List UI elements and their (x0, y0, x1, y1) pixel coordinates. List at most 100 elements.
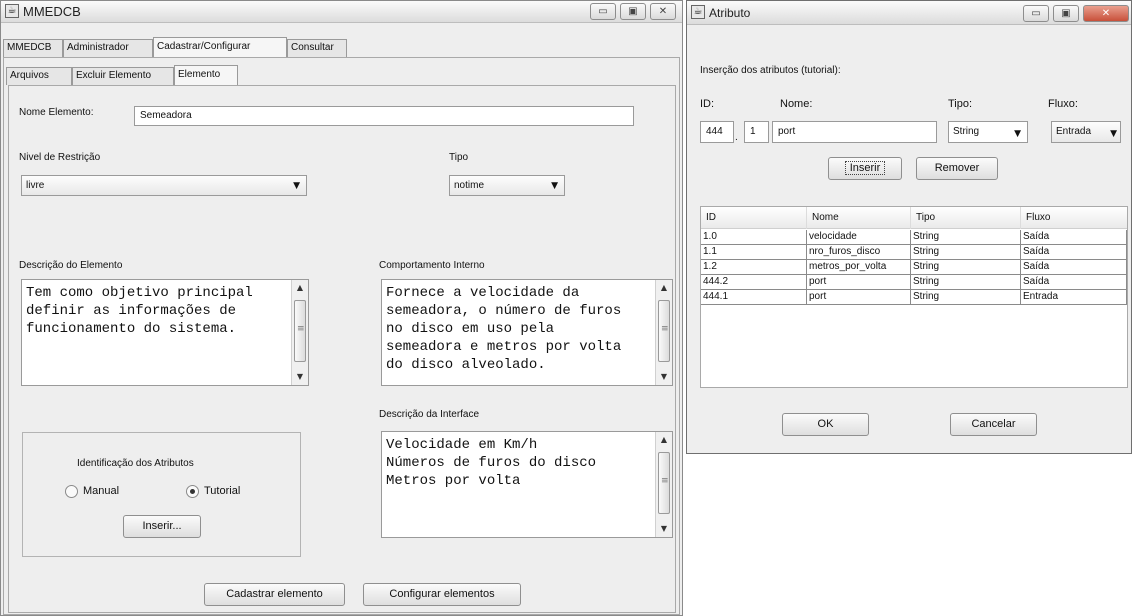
vertical-scrollbar[interactable]: ▲ ▼ (291, 280, 308, 385)
tipo-select[interactable]: String ▼ (948, 121, 1028, 143)
column-header-id[interactable]: ID (701, 207, 807, 229)
tipo-label: Tipo (449, 152, 469, 163)
column-header-nome[interactable]: Nome (807, 207, 911, 229)
tab-elemento[interactable]: Elemento (174, 65, 238, 85)
id-input[interactable]: 444 (700, 121, 734, 143)
table-row[interactable]: 1.1 nro_furos_disco String Saída (701, 245, 1127, 260)
nome-input[interactable]: port (772, 121, 937, 143)
close-icon[interactable]: ✕ (1083, 5, 1129, 22)
chevron-down-icon[interactable]: ▼ (292, 369, 308, 385)
cancelar-button[interactable]: Cancelar (950, 413, 1037, 436)
maximize-icon[interactable]: ▣ (1053, 5, 1079, 22)
table-cell: Entrada (1021, 290, 1127, 305)
tab-administrador[interactable]: Administrador (63, 39, 153, 57)
nivel-restricao-value: livre (26, 180, 45, 191)
fluxo-value: Entrada (1056, 126, 1092, 137)
close-icon[interactable]: ✕ (650, 3, 676, 20)
nome-elemento-input[interactable]: Semeadora (134, 106, 634, 126)
table-cell: port (807, 275, 911, 290)
table-header: ID Nome Tipo Fluxo (701, 207, 1127, 229)
chevron-down-icon: ▼ (1014, 129, 1021, 139)
table-cell: port (807, 290, 911, 305)
table-cell: String (911, 290, 1021, 305)
radio-tutorial[interactable] (186, 485, 199, 498)
chevron-up-icon[interactable]: ▲ (292, 280, 308, 296)
descricao-interface-textarea[interactable]: Velocidade em Km/h Números de furos do d… (381, 431, 673, 538)
cadastrar-elemento-button[interactable]: Cadastrar elemento (204, 583, 345, 606)
fluxo-label: Fluxo: (1048, 98, 1078, 110)
atributo-window-title: Atributo (709, 6, 751, 20)
chevron-down-icon[interactable]: ▼ (656, 521, 672, 537)
ok-button[interactable]: OK (782, 413, 869, 436)
table-row[interactable]: 444.1 port String Entrada (701, 290, 1127, 305)
tab-mmedcb[interactable]: MMEDCB (3, 39, 63, 57)
scroll-thumb[interactable] (294, 300, 306, 362)
main-titlebar[interactable]: ☕ MMEDCB ▭ ▣ ✕ (1, 1, 682, 23)
remover-button[interactable]: Remover (916, 157, 998, 180)
descricao-elemento-textarea[interactable]: Tem como objetivo principal definir as i… (21, 279, 309, 386)
tab-arquivos[interactable]: Arquivos (6, 67, 72, 85)
scroll-thumb[interactable] (658, 300, 670, 362)
table-cell: 444.2 (701, 275, 807, 290)
table-row[interactable]: 1.2 metros_por_volta String Saída (701, 260, 1127, 275)
tipo-value: notime (454, 180, 485, 191)
chevron-up-icon[interactable]: ▲ (656, 280, 672, 296)
id-separator: . (735, 132, 738, 143)
scroll-thumb[interactable] (658, 452, 670, 514)
cadastrar-panel: Arquivos Excluir Elemento Elemento Nome … (3, 57, 680, 615)
fluxo-select[interactable]: Entrada ▼ (1051, 121, 1121, 143)
table-cell: Saída (1021, 230, 1127, 245)
atributo-titlebar[interactable]: ☕ Atributo ▭ ▣ ✕ (687, 1, 1131, 25)
table-row[interactable]: 444.2 port String Saída (701, 275, 1127, 290)
table-cell: String (911, 230, 1021, 245)
chevron-down-icon: ▼ (293, 181, 300, 191)
inserir-button[interactable]: Inserir (828, 157, 902, 180)
menu-tabs: MMEDCB Administrador Cadastrar/Configura… (3, 37, 663, 57)
tipo-value: String (953, 126, 980, 137)
atributo-window: ☕ Atributo ▭ ▣ ✕ Inserção dos atributos … (686, 0, 1132, 454)
identificacao-atributos-label: Identificação dos Atributos (77, 458, 194, 469)
sub-tabs: Arquivos Excluir Elemento Elemento (4, 65, 404, 85)
table-row[interactable]: 1.0 velocidade String Saída (701, 230, 1127, 245)
nome-elemento-label: Nome Elemento: (19, 107, 94, 118)
main-window: ☕ MMEDCB ▭ ▣ ✕ MMEDCB Administrador Cada… (0, 0, 683, 616)
tipo-label: Tipo: (948, 98, 973, 110)
table-cell: 1.0 (701, 230, 807, 245)
minimize-icon[interactable]: ▭ (1023, 5, 1049, 22)
radio-manual-label: Manual (83, 485, 120, 497)
configurar-elementos-button[interactable]: Configurar elementos (363, 583, 521, 606)
inserir-atributos-button[interactable]: Inserir... (123, 515, 201, 538)
column-header-fluxo[interactable]: Fluxo (1021, 207, 1127, 229)
minimize-icon[interactable]: ▭ (590, 3, 616, 20)
descricao-elemento-text: Tem como objetivo principal definir as i… (26, 285, 253, 337)
atributos-groupbox: Identificação dos Atributos Manual Tutor… (22, 432, 301, 557)
comportamento-interno-textarea[interactable]: Fornece a velocidade da semeadora, o núm… (381, 279, 673, 386)
java-cup-icon: ☕ (5, 4, 19, 18)
main-window-title: MMEDCB (23, 4, 81, 19)
table-cell: 1.1 (701, 245, 807, 260)
table-cell: velocidade (807, 230, 911, 245)
table-cell: nro_furos_disco (807, 245, 911, 260)
tab-consultar[interactable]: Consultar (287, 39, 347, 57)
column-header-tipo[interactable]: Tipo (911, 207, 1021, 229)
tab-excluir-elemento[interactable]: Excluir Elemento (72, 67, 174, 85)
chevron-up-icon[interactable]: ▲ (656, 432, 672, 448)
vertical-scrollbar[interactable]: ▲ ▼ (655, 280, 672, 385)
chevron-down-icon: ▼ (1110, 129, 1117, 139)
elemento-panel: Nome Elemento: Semeadora Nivel de Restri… (8, 85, 676, 613)
comportamento-interno-text: Fornece a velocidade da semeadora, o núm… (386, 285, 622, 373)
sub-id-input[interactable]: 1 (744, 121, 769, 143)
maximize-icon[interactable]: ▣ (620, 3, 646, 20)
descricao-elemento-label: Descrição do Elemento (19, 260, 123, 271)
chevron-down-icon[interactable]: ▼ (656, 369, 672, 385)
nome-label: Nome: (780, 98, 813, 110)
tab-cadastrar-configurar[interactable]: Cadastrar/Configurar (153, 37, 287, 57)
radio-manual[interactable] (65, 485, 78, 498)
nivel-restricao-select[interactable]: livre ▼ (21, 175, 307, 196)
vertical-scrollbar[interactable]: ▲ ▼ (655, 432, 672, 537)
insercao-heading: Inserção dos atributos (tutorial): (700, 65, 841, 76)
table-cell: Saída (1021, 245, 1127, 260)
descricao-interface-label: Descrição da Interface (379, 409, 480, 420)
tipo-select[interactable]: notime ▼ (449, 175, 565, 196)
table-cell: String (911, 245, 1021, 260)
